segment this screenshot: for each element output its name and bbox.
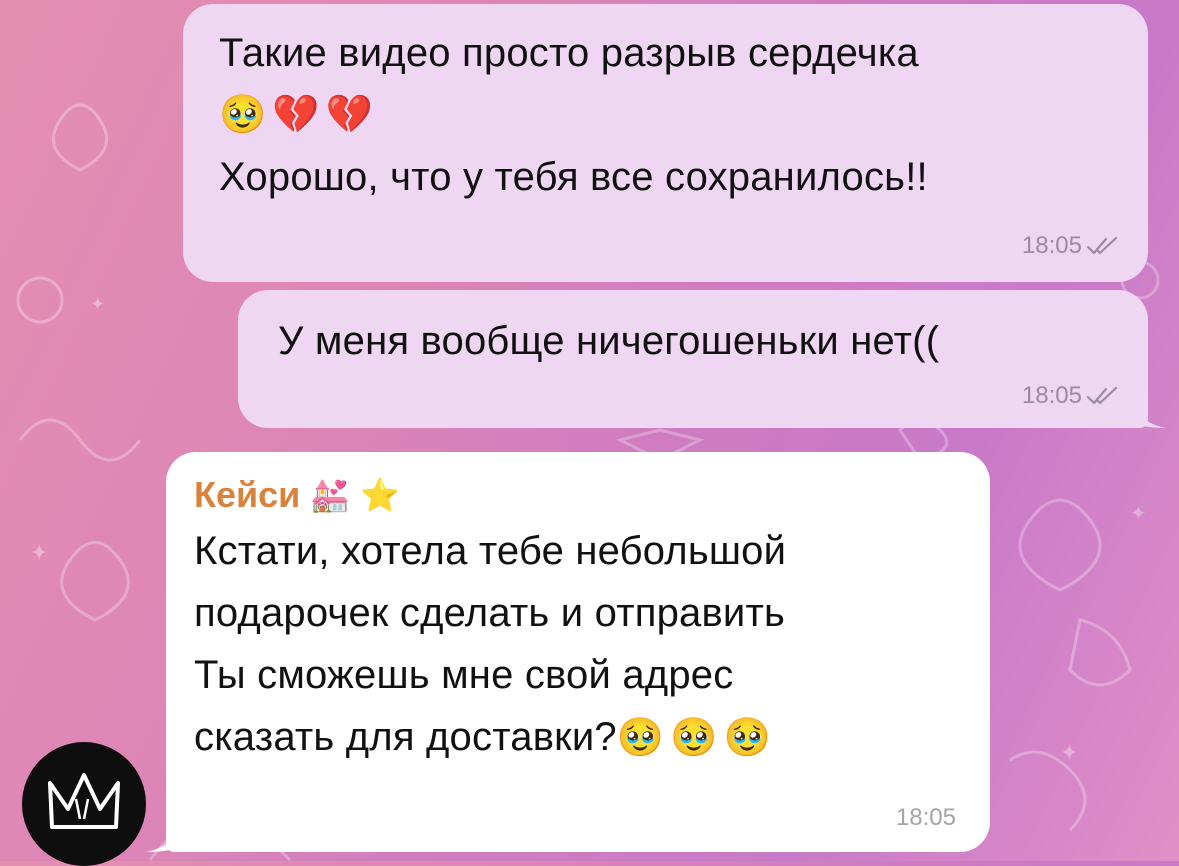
message-meta: 18:05 [1022,232,1120,260]
outgoing-message-bubble[interactable]: Такие видео просто разрыв сердечка 🥹 💔 💔 Х… [183,4,1148,282]
message-text: сказать для доставки? [194,715,617,759]
double-check-icon [1086,236,1120,256]
svg-text:✦: ✦ [30,540,48,565]
bubble-tail [1130,392,1166,428]
message-text: У меня вообще ничегошеньки нет(( [278,319,940,363]
broken-heart-emoji-icon: 💔 [325,94,373,136]
message-meta: 18:05 [896,804,956,832]
emoji-row: 🥹 💔 💔 [219,84,1148,146]
crown-logo-icon [48,773,120,829]
message-last-line: сказать для доставки?🥹 🥹 🥹 [194,706,990,769]
svg-text:✦: ✦ [90,294,105,314]
outgoing-message-bubble[interactable]: У меня вообще ничегошеньки нет(( 18:05 [238,290,1148,428]
message-text: Хорошо, что у тебя все сохранилось!! [219,155,928,199]
incoming-message-bubble[interactable]: Кейси 💒 ⭐ Кстати, хотела тебе небольшой … [166,452,990,852]
sender-name[interactable]: Кейси [194,470,300,520]
double-check-icon [1086,386,1120,406]
svg-text:✦: ✦ [1130,503,1147,525]
pleading-face-emoji-icon: 🥹 [670,717,718,759]
message-time: 18:05 [895,804,956,831]
wedding-chapel-emoji-icon: 💒 [310,477,351,513]
heart-doodle-icon [51,103,109,172]
star-emoji-icon: ⭐ [360,477,400,513]
message-meta: 18:05 [1022,382,1120,410]
sender-name-row[interactable]: Кейси 💒 ⭐ [194,470,990,520]
message-text: Такие видео просто разрыв сердечка [219,31,919,75]
message-time: 18:05 [1021,232,1082,259]
pleading-face-emoji-icon: 🥹 [723,717,771,759]
message-text: Кстати, хотела тебе небольшой [194,529,787,573]
pleading-face-emoji-icon: 🥹 [219,94,267,136]
pleading-face-emoji-icon: 🥹 [616,717,665,759]
message-time: 18:05 [1021,382,1082,409]
broken-heart-emoji-icon: 💔 [272,94,320,136]
svg-text:✦: ✦ [1060,740,1078,765]
bubble-tail [146,816,182,852]
sender-avatar[interactable] [22,742,146,866]
message-text: подарочек сделать и отправить [194,591,786,635]
message-text: Ты сможешь мне свой адрес [194,653,734,697]
